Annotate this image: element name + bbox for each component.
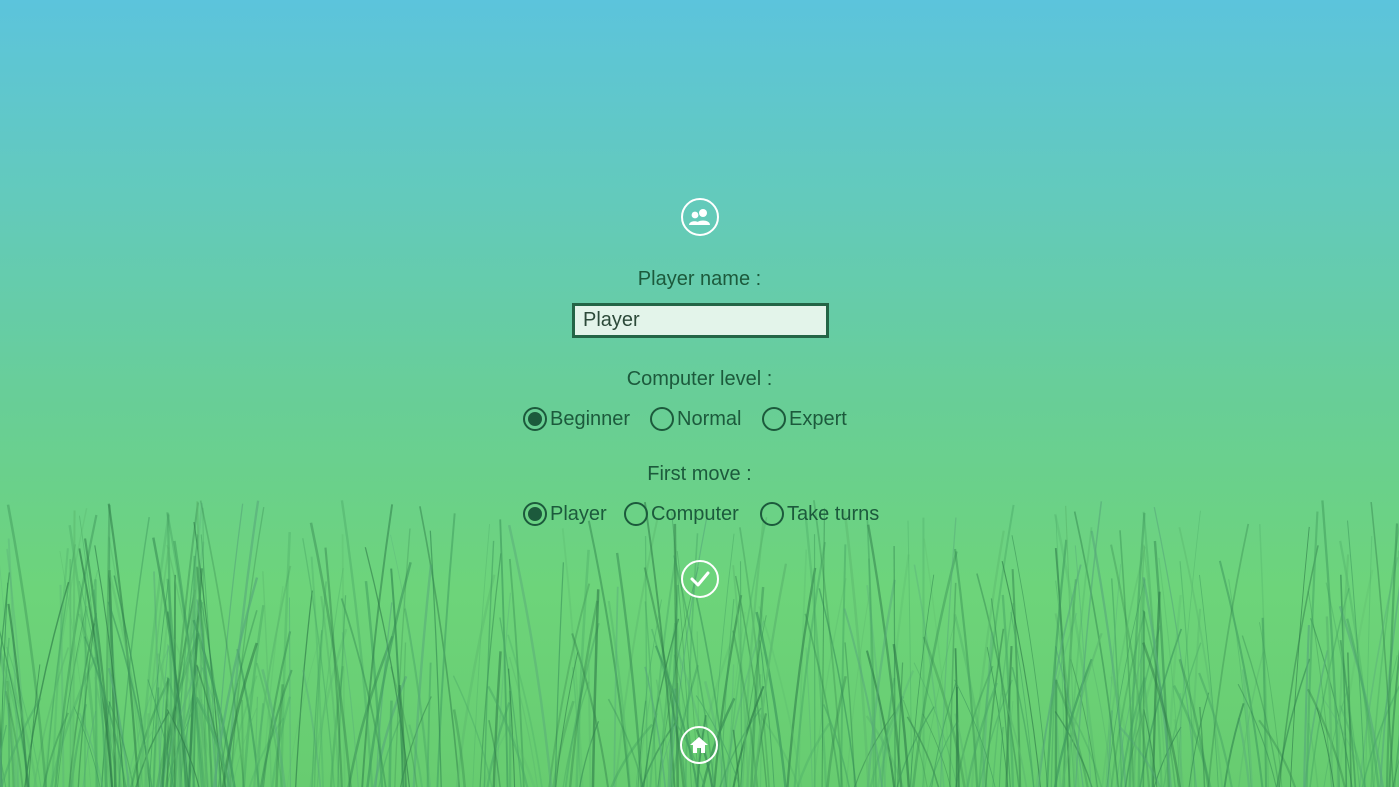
- radio-label: Computer: [651, 502, 739, 525]
- radio-indicator: [760, 502, 784, 526]
- computer-level-label: Computer level :: [626, 368, 773, 390]
- first-move-label: First move :: [647, 463, 752, 485]
- first-move-group: Player Computer Take turns: [0, 499, 1399, 529]
- radio-player[interactable]: Player: [523, 499, 607, 529]
- users-icon: [689, 209, 710, 225]
- radio-indicator: [523, 407, 547, 431]
- radio-label: Expert: [789, 407, 847, 430]
- player-name-input[interactable]: [572, 303, 829, 338]
- radio-indicator: [762, 407, 786, 431]
- home-icon: [690, 737, 708, 753]
- radio-take-turns[interactable]: Take turns: [760, 499, 879, 529]
- radio-normal[interactable]: Normal: [650, 404, 741, 434]
- radio-computer[interactable]: Computer: [624, 499, 739, 529]
- radio-indicator: [624, 502, 648, 526]
- radio-label: Normal: [677, 407, 742, 430]
- computer-level-group: Beginner Normal Expert: [0, 404, 1399, 434]
- home-button[interactable]: [680, 726, 718, 764]
- confirm-button[interactable]: [681, 560, 719, 598]
- grass-background: [0, 500, 1399, 787]
- players-button[interactable]: [681, 198, 719, 236]
- radio-indicator: [650, 407, 674, 431]
- radio-label: Take turns: [787, 502, 880, 525]
- radio-expert[interactable]: Expert: [762, 404, 847, 434]
- radio-beginner[interactable]: Beginner: [523, 404, 630, 434]
- radio-label: Player: [550, 502, 607, 525]
- player-name-label: Player name :: [637, 268, 762, 290]
- checkmark-icon: [690, 571, 710, 587]
- radio-indicator: [523, 502, 547, 526]
- radio-label: Beginner: [550, 407, 631, 430]
